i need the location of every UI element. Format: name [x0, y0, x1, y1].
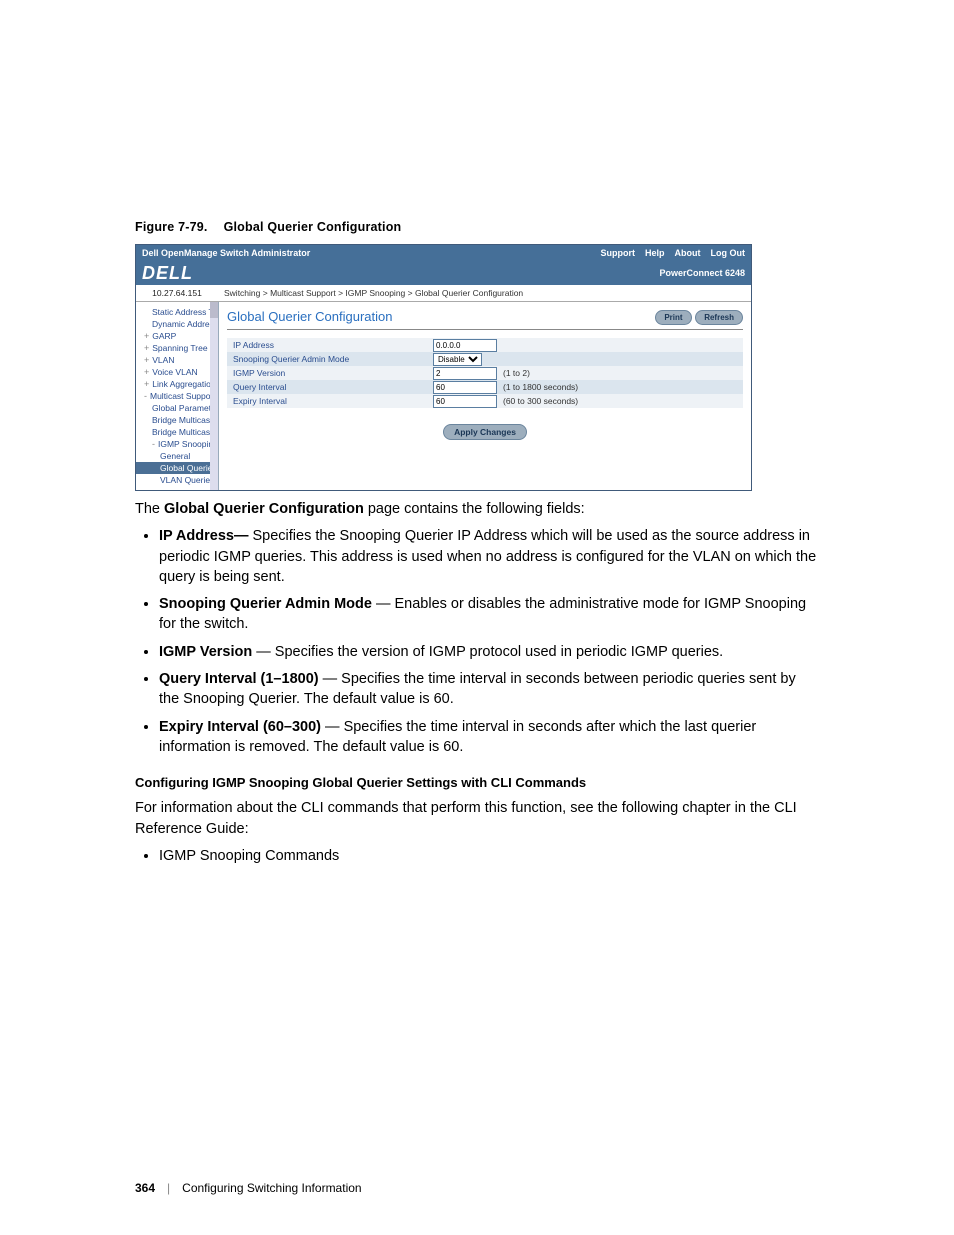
nav-tree: Static Address Ta Dynamic Addres GARP Sp…	[136, 302, 219, 490]
admin-mode-label: Snooping Querier Admin Mode	[227, 354, 433, 364]
cli-section-heading: Configuring IGMP Snooping Global Querier…	[135, 775, 819, 790]
chapter-title: Configuring Switching Information	[182, 1181, 361, 1195]
page-number: 364	[135, 1181, 155, 1195]
cli-list: IGMP Snooping Commands	[135, 846, 819, 866]
app-title: Dell OpenManage Switch Administrator	[142, 248, 590, 258]
page-title: Global Querier Configuration	[227, 309, 392, 324]
tree-spanning-tree[interactable]: Spanning Tree	[136, 342, 218, 354]
expiry-interval-hint: (60 to 300 seconds)	[503, 396, 743, 406]
ip-address-input[interactable]	[433, 339, 497, 352]
tree-igmp-snooping[interactable]: IGMP Snooping	[136, 438, 218, 450]
help-link[interactable]: Help	[645, 248, 665, 258]
page-footer: 364 | Configuring Switching Information	[135, 1181, 362, 1195]
tree-multicast-support[interactable]: Multicast Support	[136, 390, 218, 402]
tree-global-parameters[interactable]: Global Paramet	[136, 402, 218, 414]
intro-bold: Global Querier Configuration	[164, 501, 364, 517]
tree-general[interactable]: General	[136, 450, 218, 462]
dell-logo: DELL	[142, 263, 193, 284]
tree-garp[interactable]: GARP	[136, 330, 218, 342]
tree-bridge-multicast-2[interactable]: Bridge Multicast	[136, 426, 218, 438]
tree-vlan-querier[interactable]: VLAN Querier	[136, 474, 218, 486]
sub-header: 10.27.64.151 Switching > Multicast Suppo…	[136, 285, 751, 302]
tree-scrollbar[interactable]	[210, 302, 218, 490]
query-interval-hint: (1 to 1800 seconds)	[503, 382, 743, 392]
igmp-version-hint: (1 to 2)	[503, 368, 743, 378]
list-item: Expiry Interval (60–300) — Specifies the…	[159, 717, 819, 758]
list-item: IGMP Snooping Commands	[159, 846, 819, 866]
list-item: IGMP Version — Specifies the version of …	[159, 642, 819, 662]
tree-bridge-multicast-1[interactable]: Bridge Multicast	[136, 414, 218, 426]
expiry-interval-input[interactable]	[433, 395, 497, 408]
query-interval-label: Query Interval	[227, 382, 433, 392]
device-ip: 10.27.64.151	[136, 288, 218, 298]
figure-caption: Figure 7-79. Global Querier Configuration	[135, 220, 819, 234]
figure-title: Global Querier Configuration	[224, 220, 402, 234]
brand-bar: DELL PowerConnect 6248	[136, 261, 751, 285]
tree-dynamic-address[interactable]: Dynamic Addres	[136, 318, 218, 330]
field-descriptions-list: IP Address— Specifies the Snooping Queri…	[135, 526, 819, 757]
apply-changes-button[interactable]: Apply Changes	[443, 424, 527, 440]
tree-voice-vlan[interactable]: Voice VLAN	[136, 366, 218, 378]
content-pane: Global Querier Configuration Print Refre…	[219, 302, 751, 490]
refresh-button[interactable]: Refresh	[695, 310, 743, 325]
ip-address-label: IP Address	[227, 340, 433, 350]
app-screenshot: Dell OpenManage Switch Administrator Sup…	[135, 244, 752, 491]
admin-mode-select[interactable]: Disable	[433, 353, 482, 366]
device-model: PowerConnect 6248	[659, 268, 745, 278]
print-button[interactable]: Print	[655, 310, 691, 325]
support-link[interactable]: Support	[600, 248, 635, 258]
breadcrumb: Switching > Multicast Support > IGMP Sno…	[218, 288, 751, 298]
logout-link[interactable]: Log Out	[711, 248, 746, 258]
igmp-version-label: IGMP Version	[227, 368, 433, 378]
intro-paragraph: The Global Querier Configuration page co…	[135, 499, 819, 519]
figure-label: Figure 7-79.	[135, 220, 208, 234]
cli-section-paragraph: For information about the CLI commands t…	[135, 798, 819, 839]
about-link[interactable]: About	[675, 248, 701, 258]
config-grid: IP Address Snooping Querier Admin Mode D…	[227, 338, 743, 408]
expiry-interval-label: Expiry Interval	[227, 396, 433, 406]
list-item: Snooping Querier Admin Mode — Enables or…	[159, 594, 819, 635]
list-item: IP Address— Specifies the Snooping Queri…	[159, 526, 819, 587]
tree-static-address[interactable]: Static Address Ta	[136, 306, 218, 318]
tree-vlan[interactable]: VLAN	[136, 354, 218, 366]
igmp-version-input[interactable]	[433, 367, 497, 380]
app-titlebar: Dell OpenManage Switch Administrator Sup…	[136, 245, 751, 261]
tree-global-querier[interactable]: Global Querie	[136, 462, 218, 474]
list-item: Query Interval (1–1800) — Specifies the …	[159, 669, 819, 710]
tree-link-aggregation[interactable]: Link Aggregation	[136, 378, 218, 390]
query-interval-input[interactable]	[433, 381, 497, 394]
